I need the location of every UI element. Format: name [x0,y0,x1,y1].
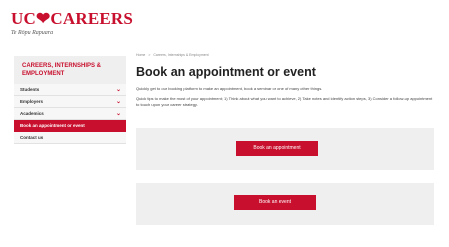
sidebar-item-label: Contact us [20,135,44,140]
breadcrumb-home-link[interactable]: Home [136,53,145,57]
event-card: Book an event [136,183,434,225]
sidebar-heading[interactable]: CAREERS, INTERNSHIPS & EMPLOYMENT [14,56,126,84]
sidebar-item-book-appointment[interactable]: Book an appointment or event [14,120,126,132]
sidebar-nav: CAREERS, INTERNSHIPS & EMPLOYMENT Studen… [14,56,126,144]
sidebar-item-label: Book an appointment or event [20,123,85,128]
sidebar-item-label: Students [20,87,40,92]
chevron-down-icon[interactable]: ⌄ [116,84,121,96]
sidebar-item-label: Academics [20,111,44,116]
sidebar-item-label: Employers [20,99,44,104]
sidebar-item-contact[interactable]: Contact us [14,132,126,144]
tips-text: Quick tips to make the most of your appo… [136,96,433,107]
breadcrumb-separator: > [148,53,151,57]
page-title: Book an appointment or event [136,65,316,79]
logo-title: UC❤CAREERS [11,9,134,28]
sidebar-item-academics[interactable]: Academics ⌄ [14,108,126,120]
chevron-down-icon[interactable]: ⌄ [116,108,121,120]
intro-text: Quickly get to our booking platform to m… [136,86,323,91]
logo-subtitle: Te Rōpu Rapuara [11,30,54,36]
book-appointment-button[interactable]: Book an appointment [236,141,318,156]
appointment-card: Book an appointment [136,128,434,170]
main-content: Home > Careers, Internships & Employment… [136,52,436,108]
uc-careers-logo[interactable]: UC❤CAREERS Te Rōpu Rapuara [11,10,133,37]
breadcrumb-section-link[interactable]: Careers, Internships & Employment [153,53,208,57]
book-event-button[interactable]: Book an event [234,195,316,210]
sidebar-item-employers[interactable]: Employers ⌄ [14,96,126,108]
chevron-down-icon[interactable]: ⌄ [116,96,121,108]
breadcrumb: Home > Careers, Internships & Employment [136,52,436,58]
sidebar-item-students[interactable]: Students ⌄ [14,84,126,96]
